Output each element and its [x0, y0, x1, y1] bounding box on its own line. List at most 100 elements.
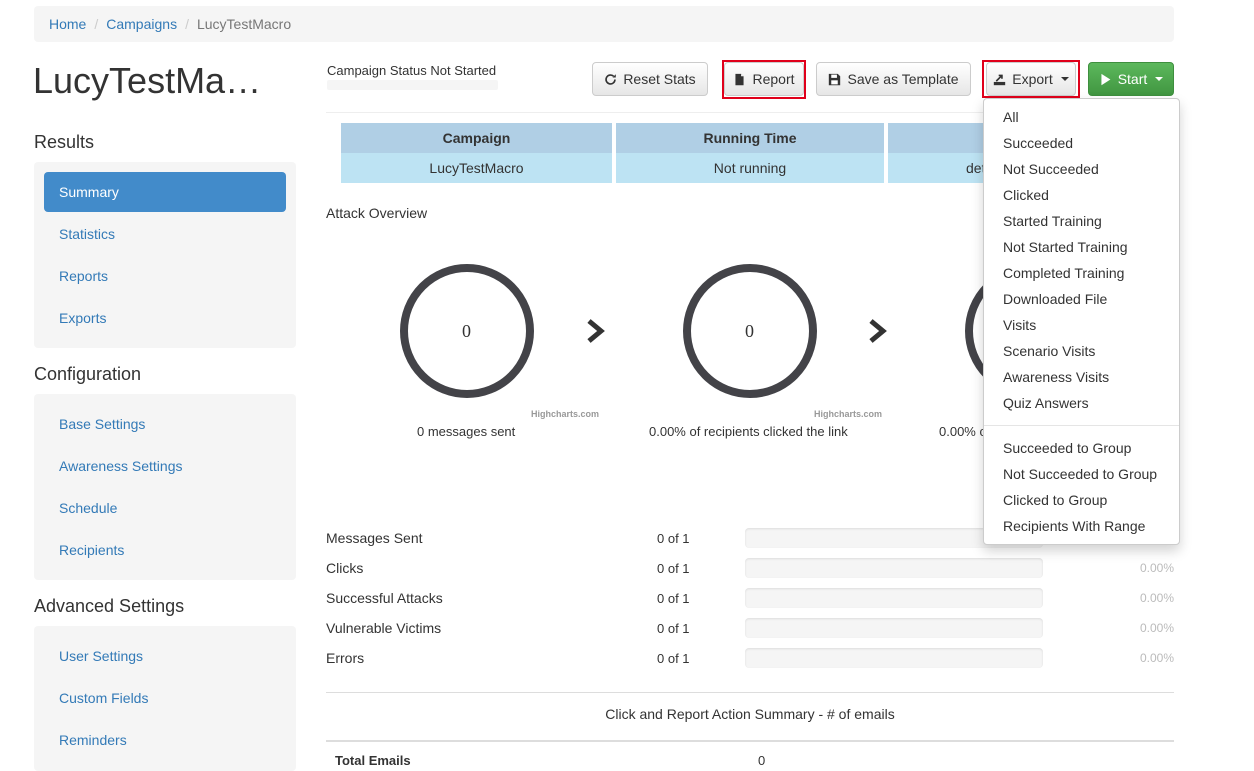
sidebar-item-reports[interactable]: Reports: [44, 256, 286, 296]
export-menu-item[interactable]: All: [1003, 109, 1019, 125]
table-header-campaign: Campaign: [341, 123, 612, 153]
export-menu-item[interactable]: Succeeded to Group: [1003, 440, 1131, 456]
stat-count: 0 of 1: [657, 531, 690, 546]
sidebar-item-statistics[interactable]: Statistics: [44, 214, 286, 254]
campaign-status-progress: [327, 80, 498, 90]
stat-percent: 0.00%: [1139, 621, 1174, 635]
stat-label: Errors: [326, 650, 365, 666]
breadcrumb-separator: /: [185, 16, 189, 32]
page-title: LucyTestMa…: [33, 60, 262, 101]
donut-value: 0: [462, 321, 471, 341]
sidebar-item-exports[interactable]: Exports: [44, 298, 286, 338]
advanced-settings-heading: Advanced Settings: [34, 596, 185, 616]
stat-percent: 0.00%: [1139, 651, 1174, 665]
donut-caption: 0.00% c: [939, 424, 986, 439]
sidebar-item-recipients[interactable]: Recipients: [44, 530, 286, 570]
total-emails-value: 0: [758, 753, 766, 768]
sidebar-item-base-settings[interactable]: Base Settings: [44, 404, 286, 444]
export-menu-item[interactable]: Clicked: [1003, 187, 1049, 203]
campaign-status-label: Campaign Status: [327, 63, 427, 78]
configuration-heading: Configuration: [34, 364, 142, 384]
refresh-icon: [605, 73, 617, 85]
sidebar-item-awareness-settings[interactable]: Awareness Settings: [44, 446, 286, 486]
breadcrumb-current: LucyTestMacro: [196, 16, 292, 32]
table-cell-running-time: Not running: [616, 153, 884, 183]
start-button[interactable]: Start: [1088, 62, 1174, 96]
table-header-running-time: Running Time: [616, 123, 884, 153]
stat-progress-bar: [745, 618, 1043, 638]
caret-down-icon: [1155, 77, 1164, 81]
stat-progress-bar: [745, 588, 1043, 608]
export-menu-item[interactable]: Not Succeeded to Group: [1003, 466, 1157, 482]
report-button[interactable]: Report: [724, 62, 804, 96]
results-heading: Results: [34, 132, 95, 152]
table-cell-campaign: LucyTestMacro: [341, 153, 612, 183]
highcharts-credit: Highcharts.com: [531, 409, 600, 419]
table-header-partial: [888, 123, 983, 153]
stat-count: 0 of 1: [657, 621, 690, 636]
export-menu-item[interactable]: Clicked to Group: [1003, 492, 1107, 508]
sidebar-item-user-settings[interactable]: User Settings: [44, 636, 286, 676]
stat-percent: 0.00%: [1139, 591, 1174, 605]
donut-value: 0: [745, 321, 754, 341]
export-label: Export: [1012, 71, 1053, 87]
export-menu-item[interactable]: Visits: [1003, 317, 1036, 333]
donut-caption: 0.00% of recipients clicked the link: [649, 424, 848, 439]
export-menu-item[interactable]: Succeeded: [1003, 135, 1073, 151]
table-cell-partial: det: [888, 153, 983, 183]
reset-stats-label: Reset Stats: [623, 71, 696, 87]
export-menu-item[interactable]: Awareness Visits: [1003, 369, 1109, 385]
section-divider: [326, 692, 1174, 693]
stat-count: 0 of 1: [657, 561, 690, 576]
total-emails-label: Total Emails: [335, 753, 411, 768]
campaign-status: Campaign Status Not Started: [327, 63, 496, 78]
reset-stats-button[interactable]: Reset Stats: [592, 62, 708, 96]
stat-progress-bar: [745, 648, 1043, 668]
sidebar-item-schedule[interactable]: Schedule: [44, 488, 286, 528]
export-menu-item[interactable]: Quiz Answers: [1003, 395, 1089, 411]
stat-label: Messages Sent: [326, 530, 423, 546]
stat-label: Clicks: [326, 560, 364, 576]
campaign-status-value: Not Started: [430, 63, 497, 78]
export-menu-item[interactable]: Started Training: [1003, 213, 1102, 229]
sidebar-item-custom-fields[interactable]: Custom Fields: [44, 678, 286, 718]
configuration-panel: Base Settings Awareness Settings Schedul…: [34, 394, 296, 580]
highcharts-credit: Highcharts.com: [814, 409, 883, 419]
export-menu-item[interactable]: Not Succeeded: [1003, 161, 1099, 177]
results-panel: Summary Statistics Reports Exports: [34, 162, 296, 348]
stat-progress-bar: [745, 558, 1043, 578]
table-header-divider: [326, 740, 1174, 742]
attack-overview-title: Attack Overview: [326, 205, 428, 221]
menu-divider: [984, 425, 1179, 426]
save-as-template-label: Save as Template: [847, 71, 959, 87]
stat-percent: 0.00%: [1139, 561, 1174, 575]
donut-caption: 0 messages sent: [417, 424, 516, 439]
export-button[interactable]: Export: [986, 62, 1076, 96]
breadcrumb-campaigns[interactable]: Campaigns: [106, 16, 177, 32]
export-icon: [994, 74, 1006, 85]
breadcrumb: Home / Campaigns / LucyTestMacro: [34, 6, 1174, 42]
export-menu-item[interactable]: Scenario Visits: [1003, 343, 1095, 359]
play-icon: [1101, 73, 1111, 85]
breadcrumb-home[interactable]: Home: [49, 16, 86, 32]
breadcrumb-separator: /: [94, 16, 99, 32]
stat-count: 0 of 1: [657, 651, 690, 666]
start-label: Start: [1117, 71, 1148, 87]
caret-down-icon: [1060, 77, 1069, 81]
export-menu-item[interactable]: Completed Training: [1003, 265, 1124, 281]
report-label: Report: [752, 71, 795, 87]
stat-label: Vulnerable Victims: [326, 620, 442, 636]
action-summary-title: Click and Report Action Summary - # of e…: [605, 706, 895, 722]
floppy-disk-icon: [829, 73, 841, 85]
chevron-right-icon: [587, 319, 605, 343]
export-menu-item[interactable]: Not Started Training: [1003, 239, 1128, 255]
export-menu-item[interactable]: Downloaded File: [1003, 291, 1107, 307]
stat-count: 0 of 1: [657, 591, 690, 606]
sidebar-item-reminders[interactable]: Reminders: [44, 720, 286, 760]
file-icon: [735, 73, 745, 85]
save-as-template-button[interactable]: Save as Template: [816, 62, 971, 96]
chevron-right-icon: [869, 319, 887, 343]
stat-label: Successful Attacks: [326, 590, 443, 606]
sidebar-item-summary[interactable]: Summary: [44, 172, 286, 212]
export-menu-item[interactable]: Recipients With Range: [1003, 518, 1145, 534]
